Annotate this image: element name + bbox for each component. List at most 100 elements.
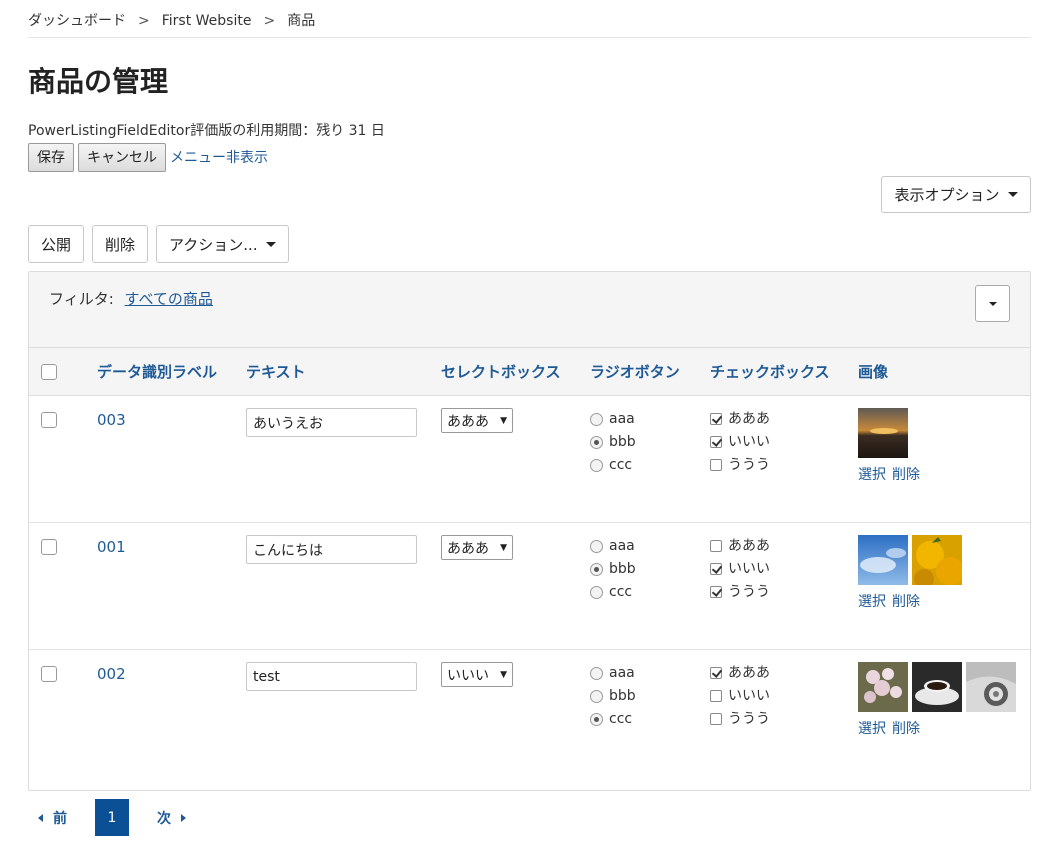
sky-thumbnail[interactable]	[858, 535, 908, 585]
breadcrumb-separator: >	[138, 13, 150, 29]
bulk-actions: 公開 削除 アクション...	[28, 225, 1031, 263]
row-select-value: あああ	[447, 540, 489, 557]
sunset-thumbnail[interactable]	[858, 408, 908, 458]
row-select-value: あああ	[447, 413, 489, 430]
display-options-button[interactable]: 表示オプション	[881, 176, 1031, 213]
checkbox-label: あああ	[728, 411, 770, 427]
radio-label: bbb	[609, 434, 636, 450]
edit-toolbar: 保存 キャンセル メニュー非表示	[28, 142, 1031, 172]
pagination-next-label: 次	[157, 810, 171, 827]
image-delete-link[interactable]: 削除	[892, 721, 920, 737]
checkbox-option[interactable]	[710, 586, 722, 598]
actions-dropdown[interactable]: アクション...	[156, 225, 289, 263]
column-header-image[interactable]: 画像	[858, 348, 1030, 396]
radio-aaa[interactable]	[590, 412, 603, 426]
radio-label: bbb	[609, 688, 636, 704]
radio-label: ccc	[609, 584, 633, 600]
row-id-link[interactable]: 002	[97, 665, 126, 683]
filter-value-link[interactable]: すべての商品	[125, 290, 213, 308]
image-select-link[interactable]: 選択	[858, 467, 886, 483]
radio-ccc[interactable]	[590, 585, 603, 599]
image-select-link[interactable]: 選択	[858, 721, 886, 737]
select-all-checkbox[interactable]	[41, 364, 57, 380]
checkbox-option[interactable]	[710, 459, 722, 471]
chevron-left-icon	[38, 813, 43, 822]
checkbox-option[interactable]	[710, 563, 722, 575]
column-header-text[interactable]: テキスト	[246, 348, 441, 396]
row-select[interactable]: あああ ▼	[441, 408, 513, 433]
radio-bbb[interactable]	[590, 562, 603, 576]
row-text-input[interactable]	[246, 408, 417, 437]
coffee-thumbnail[interactable]	[912, 662, 962, 712]
breadcrumb-separator: >	[263, 13, 276, 29]
table-row: 003 あああ ▼ aaa bbb ccc あああ いいい ううう	[29, 396, 1030, 523]
dropdown-arrow-icon: ▼	[500, 669, 507, 680]
publish-button[interactable]: 公開	[28, 225, 85, 263]
column-header-checkbox[interactable]: チェックボックス	[710, 348, 858, 396]
radio-aaa[interactable]	[590, 539, 603, 553]
checkbox-label: ううう	[728, 584, 770, 600]
row-checkbox[interactable]	[41, 666, 57, 682]
image-select-link[interactable]: 選択	[858, 594, 886, 610]
blossoms-thumbnail[interactable]	[858, 662, 908, 712]
trial-notice: PowerListingFieldEditor評価版の利用期間：残り 31 日	[28, 123, 385, 139]
row-checkbox[interactable]	[41, 412, 57, 428]
row-text-input[interactable]	[246, 662, 417, 691]
chevron-down-icon	[988, 301, 997, 306]
dropdown-arrow-icon: ▼	[500, 415, 507, 426]
row-select[interactable]: あああ ▼	[441, 535, 513, 560]
cancel-button[interactable]: キャンセル	[78, 142, 166, 172]
pagination-next[interactable]: 次	[157, 808, 186, 828]
filter-dropdown-button[interactable]	[975, 285, 1010, 322]
pagination-prev[interactable]: 前	[38, 808, 67, 828]
oranges-thumbnail[interactable]	[912, 535, 962, 585]
pagination-prev-label: 前	[53, 810, 67, 827]
row-id-link[interactable]: 003	[97, 411, 126, 429]
row-id-link[interactable]: 001	[97, 538, 126, 556]
radio-label: ccc	[609, 711, 633, 727]
checkbox-label: いいい	[728, 434, 770, 450]
radio-ccc[interactable]	[590, 712, 603, 726]
delete-button[interactable]: 削除	[92, 225, 149, 263]
checkbox-option[interactable]	[710, 436, 722, 448]
column-header-radio[interactable]: ラジオボタン	[590, 348, 710, 396]
checkbox-option[interactable]	[710, 690, 722, 702]
radio-label: aaa	[609, 538, 635, 554]
checkbox-option[interactable]	[710, 540, 722, 552]
radio-label: bbb	[609, 561, 636, 577]
radio-ccc[interactable]	[590, 458, 603, 472]
car-thumbnail[interactable]	[966, 662, 1016, 712]
row-text-input[interactable]	[246, 535, 417, 564]
column-header-label[interactable]: データ識別ラベル	[97, 348, 246, 396]
checkbox-label: いいい	[728, 688, 770, 704]
radio-bbb[interactable]	[590, 689, 603, 703]
actions-dropdown-label: アクション...	[169, 235, 258, 254]
breadcrumb-dashboard[interactable]: ダッシュボード	[28, 13, 126, 29]
radio-bbb[interactable]	[590, 435, 603, 449]
checkbox-label: あああ	[728, 538, 770, 554]
checkbox-label: あああ	[728, 665, 770, 681]
chevron-down-icon	[1007, 192, 1018, 197]
products-panel: フィルタ: すべての商品 データ識別ラベル テキスト セレクトボックス ラジオボ…	[28, 271, 1031, 791]
radio-label: aaa	[609, 665, 635, 681]
checkbox-label: ううう	[728, 711, 770, 727]
filter-label: フィルタ:	[49, 290, 114, 308]
breadcrumb: ダッシュボード > First Website > 商品	[28, 0, 1031, 38]
hide-menu-link[interactable]: メニュー非表示	[170, 147, 268, 167]
row-checkbox[interactable]	[41, 539, 57, 555]
display-options-label: 表示オプション	[894, 186, 1000, 204]
pagination: 前 1 次	[28, 799, 1031, 836]
pagination-current-page[interactable]: 1	[95, 799, 129, 836]
checkbox-option[interactable]	[710, 667, 722, 679]
column-header-select[interactable]: セレクトボックス	[441, 348, 590, 396]
image-delete-link[interactable]: 削除	[892, 594, 920, 610]
breadcrumb-website[interactable]: First Website	[162, 13, 252, 29]
radio-aaa[interactable]	[590, 666, 603, 680]
checkbox-option[interactable]	[710, 413, 722, 425]
products-table: データ識別ラベル テキスト セレクトボックス ラジオボタン チェックボックス 画…	[29, 347, 1030, 777]
row-select[interactable]: いいい ▼	[441, 662, 513, 687]
save-button[interactable]: 保存	[28, 142, 74, 172]
image-delete-link[interactable]: 削除	[892, 467, 920, 483]
dropdown-arrow-icon: ▼	[500, 542, 507, 553]
checkbox-option[interactable]	[710, 713, 722, 725]
